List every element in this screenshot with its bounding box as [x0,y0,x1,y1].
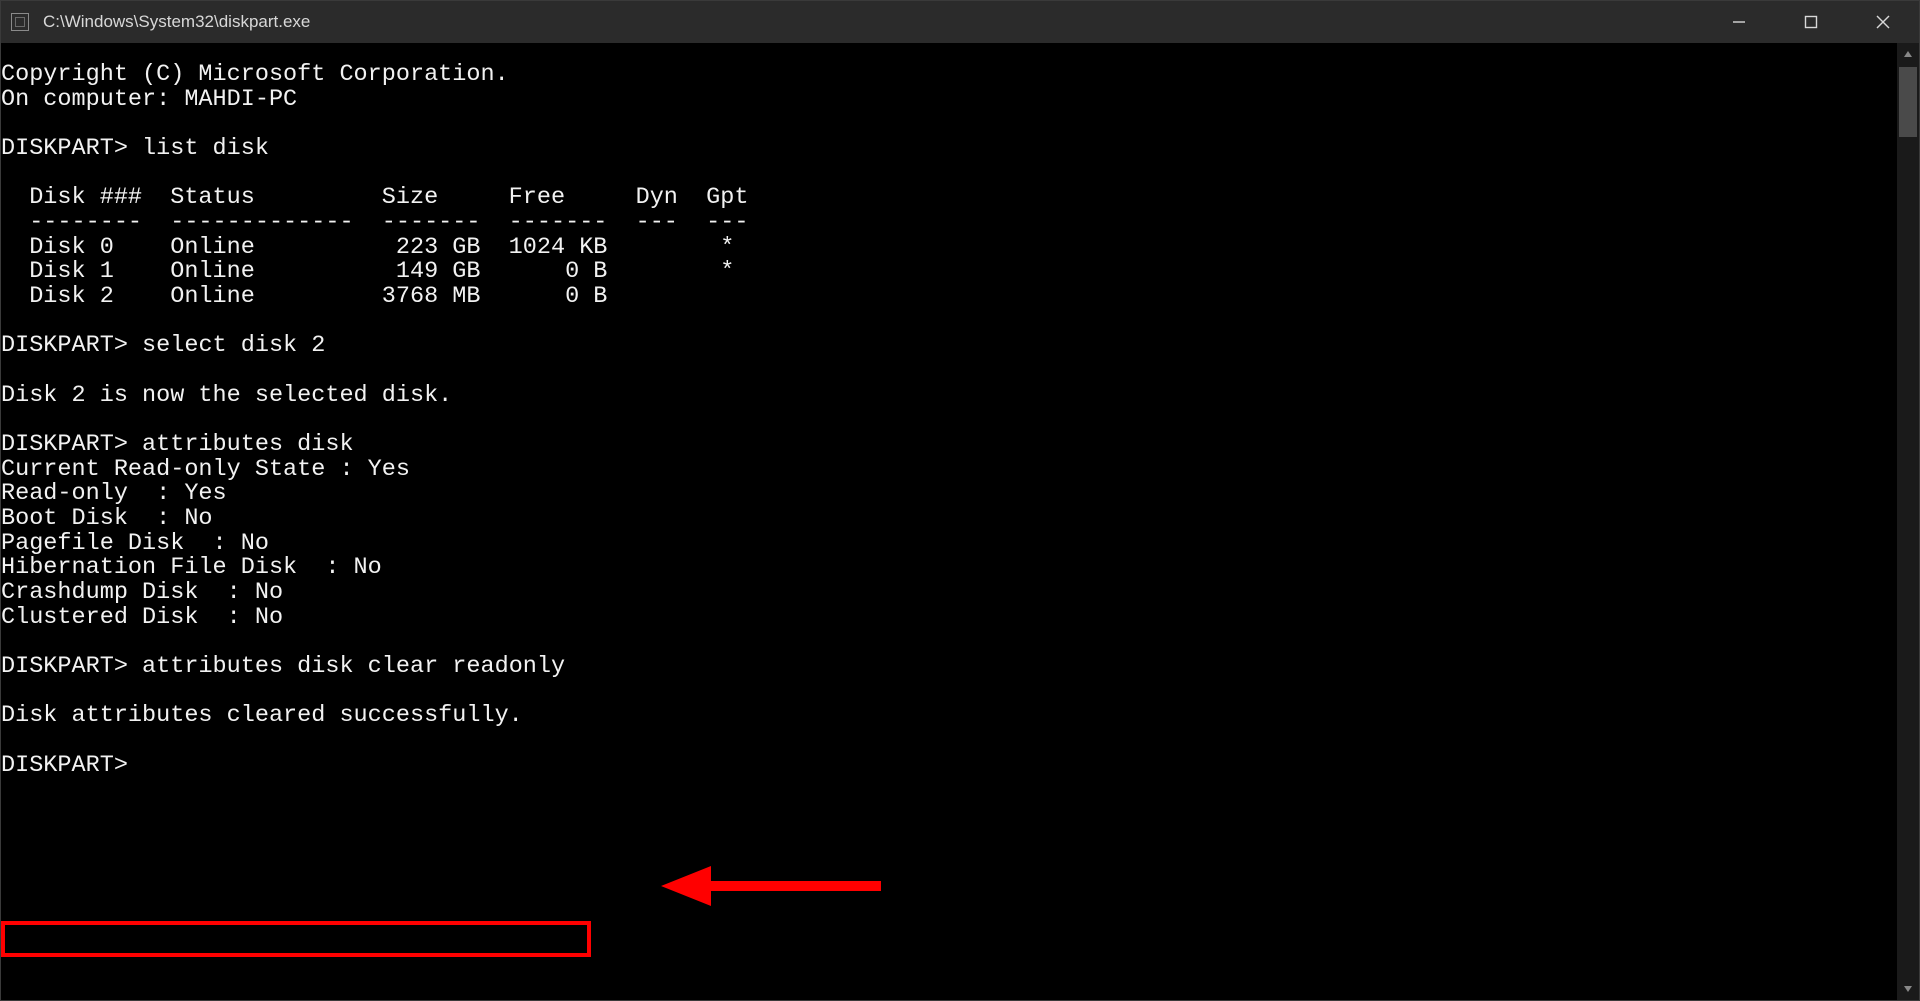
cleared-msg: Disk attributes cleared successfully. [1,702,523,729]
app-icon [11,13,29,31]
window-title: C:\Windows\System32\diskpart.exe [43,12,310,32]
attr-clustered-disk: Clustered Disk : No [1,604,283,631]
cmd-select-disk: select disk 2 [142,332,325,359]
scroll-up-button[interactable] [1897,43,1919,65]
close-button[interactable] [1847,1,1919,43]
terminal-area: Copyright (C) Microsoft Corporation. On … [1,43,1919,1000]
titlebar[interactable]: C:\Windows\System32\diskpart.exe [1,1,1919,43]
prompt: DISKPART> [1,332,128,359]
disk-row-1: Disk 1 Online 149 GB 0 B * [1,258,734,285]
scroll-down-button[interactable] [1897,978,1919,1000]
prompt: DISKPART> [1,135,128,162]
attr-hibernation-disk: Hibernation File Disk : No [1,554,382,581]
minimize-button[interactable] [1703,1,1775,43]
attr-pagefile-disk: Pagefile Disk : No [1,530,269,557]
chevron-up-icon [1903,49,1913,59]
attr-crashdump-disk: Crashdump Disk : No [1,579,283,606]
attr-boot-disk: Boot Disk : No [1,505,213,532]
selected-disk-msg: Disk 2 is now the selected disk. [1,382,452,409]
cmd-attributes-disk: attributes disk [142,431,354,458]
maximize-button[interactable] [1775,1,1847,43]
disk-row-2: Disk 2 Online 3768 MB 0 B [1,283,607,310]
prompt: DISKPART> [1,431,128,458]
cmd-list-disk: list disk [142,135,269,162]
minimize-icon [1732,15,1746,29]
attr-readonly: Read-only : Yes [1,480,227,507]
computer-line: On computer: MAHDI-PC [1,86,297,113]
vertical-scrollbar[interactable] [1897,43,1919,1000]
terminal[interactable]: Copyright (C) Microsoft Corporation. On … [1,43,1897,1000]
attr-current-ro-state: Current Read-only State : Yes [1,456,410,483]
window-controls [1703,1,1919,43]
disk-row-0: Disk 0 Online 223 GB 1024 KB * [1,234,734,261]
disk-table-divider: -------- ------------- ------- ------- -… [1,209,748,236]
window: C:\Windows\System32\diskpart.exe Copyrig… [0,0,1920,1001]
disk-table-header: Disk ### Status Size Free Dyn Gpt [1,184,748,211]
copyright-line: Copyright (C) Microsoft Corporation. [1,61,509,88]
cmd-clear-readonly: attributes disk clear readonly [142,653,565,680]
chevron-down-icon [1903,984,1913,994]
scroll-thumb[interactable] [1899,67,1917,137]
maximize-icon [1804,15,1818,29]
prompt: DISKPART> [1,653,128,680]
prompt: DISKPART> [1,752,128,779]
close-icon [1876,15,1890,29]
